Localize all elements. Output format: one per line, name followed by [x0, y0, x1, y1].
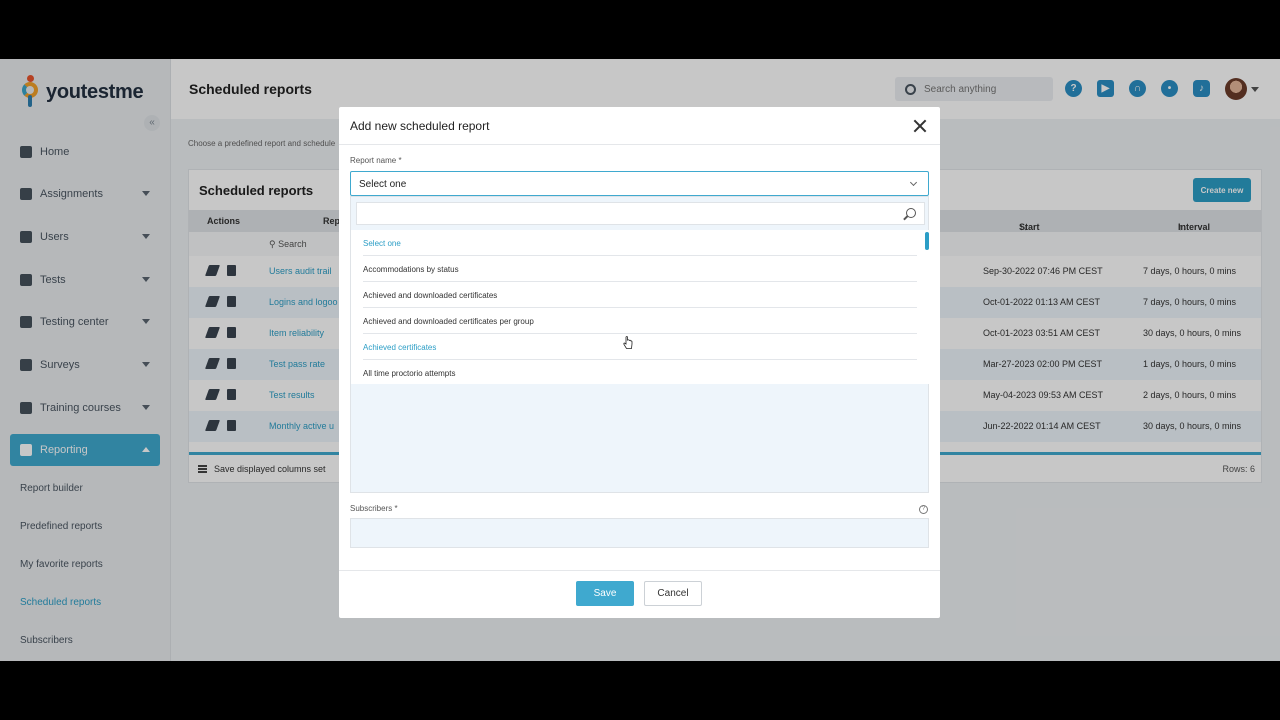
divider [339, 144, 940, 145]
scrollbar-thumb[interactable] [925, 232, 929, 250]
info-icon[interactable]: ? [919, 505, 928, 514]
dropdown-option[interactable]: All time proctorio attempts [363, 360, 917, 386]
mouse-cursor-hand-icon [623, 336, 633, 349]
app-window: youtestme « Home Assignments Users Tests… [0, 59, 1280, 661]
search-icon [906, 208, 916, 218]
dropdown-option[interactable]: Achieved and downloaded certificates per… [363, 308, 917, 334]
dialog-title: Add new scheduled report [350, 119, 490, 133]
chevron-down-icon [909, 178, 918, 187]
report-name-dropdown-panel: Select one Accommodations by status Achi… [350, 196, 930, 493]
select-value: Select one [359, 179, 407, 190]
subscribers-label: Subscribers * [350, 504, 398, 513]
dropdown-scrollbar[interactable] [924, 230, 930, 384]
dropdown-option[interactable]: Achieved and downloaded certificates [363, 282, 917, 308]
cancel-button[interactable]: Cancel [644, 581, 702, 606]
dropdown-options-list[interactable]: Select one Accommodations by status Achi… [351, 230, 930, 384]
save-button[interactable]: Save [576, 581, 634, 606]
divider [339, 570, 940, 571]
report-name-select[interactable]: Select one [350, 171, 929, 196]
report-name-label: Report name * [350, 156, 402, 165]
dropdown-option[interactable]: Select one [363, 230, 917, 256]
add-scheduled-report-dialog: Add new scheduled report Report name * S… [339, 107, 940, 618]
subscribers-input[interactable] [350, 518, 929, 548]
close-icon[interactable] [913, 119, 927, 133]
dropdown-option[interactable]: Achieved certificates [363, 334, 917, 360]
dropdown-search-input[interactable] [356, 202, 925, 225]
dropdown-option[interactable]: Accommodations by status [363, 256, 917, 282]
